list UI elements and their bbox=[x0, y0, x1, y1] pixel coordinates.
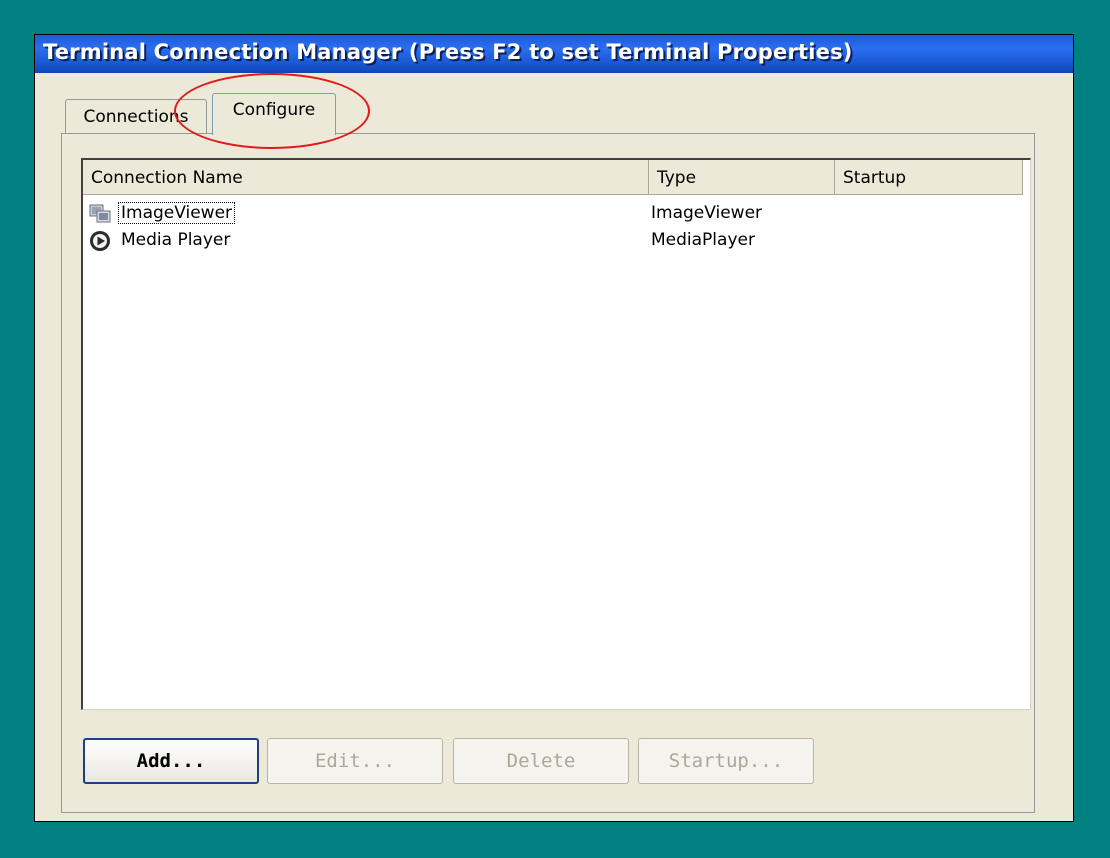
column-header-startup-label: Startup bbox=[843, 168, 907, 188]
add-button[interactable]: Add... bbox=[83, 738, 259, 784]
column-header-startup[interactable]: Startup bbox=[835, 160, 1023, 195]
list-item-media-player[interactable]: Media Player MediaPlayer bbox=[85, 228, 985, 255]
tab-configure[interactable]: Configure bbox=[212, 93, 336, 135]
column-header-connection-name[interactable]: Connection Name bbox=[83, 160, 649, 195]
image-viewer-icon bbox=[89, 203, 111, 225]
delete-button-label: Delete bbox=[506, 750, 576, 772]
terminal-connection-manager-window: Terminal Connection Manager (Press F2 to… bbox=[34, 34, 1074, 822]
connection-type: MediaPlayer bbox=[651, 230, 755, 250]
title-bar[interactable]: Terminal Connection Manager (Press F2 to… bbox=[35, 35, 1073, 73]
connection-list[interactable]: Connection Name Type Startup ImageViewer… bbox=[81, 158, 1031, 710]
column-header-type[interactable]: Type bbox=[649, 160, 835, 195]
edit-button[interactable]: Edit... bbox=[267, 738, 443, 784]
delete-button[interactable]: Delete bbox=[453, 738, 629, 784]
column-header-connection-name-label: Connection Name bbox=[91, 168, 243, 188]
tab-connections-label: Connections bbox=[83, 107, 189, 127]
window-title: Terminal Connection Manager (Press F2 to… bbox=[43, 40, 853, 64]
media-player-icon bbox=[89, 230, 111, 252]
tab-connections[interactable]: Connections bbox=[65, 99, 207, 133]
connection-type: ImageViewer bbox=[651, 203, 763, 223]
list-header: Connection Name Type Startup bbox=[83, 160, 1023, 195]
connection-name: ImageViewer bbox=[117, 202, 236, 224]
connection-name: Media Player bbox=[121, 230, 231, 250]
add-button-label: Add... bbox=[136, 750, 206, 772]
list-item-imageviewer[interactable]: ImageViewer ImageViewer bbox=[85, 201, 985, 228]
edit-button-label: Edit... bbox=[314, 750, 396, 772]
startup-button-label: Startup... bbox=[668, 750, 784, 772]
column-header-type-label: Type bbox=[657, 168, 697, 188]
tab-configure-label: Configure bbox=[232, 100, 316, 120]
startup-button[interactable]: Startup... bbox=[638, 738, 814, 784]
